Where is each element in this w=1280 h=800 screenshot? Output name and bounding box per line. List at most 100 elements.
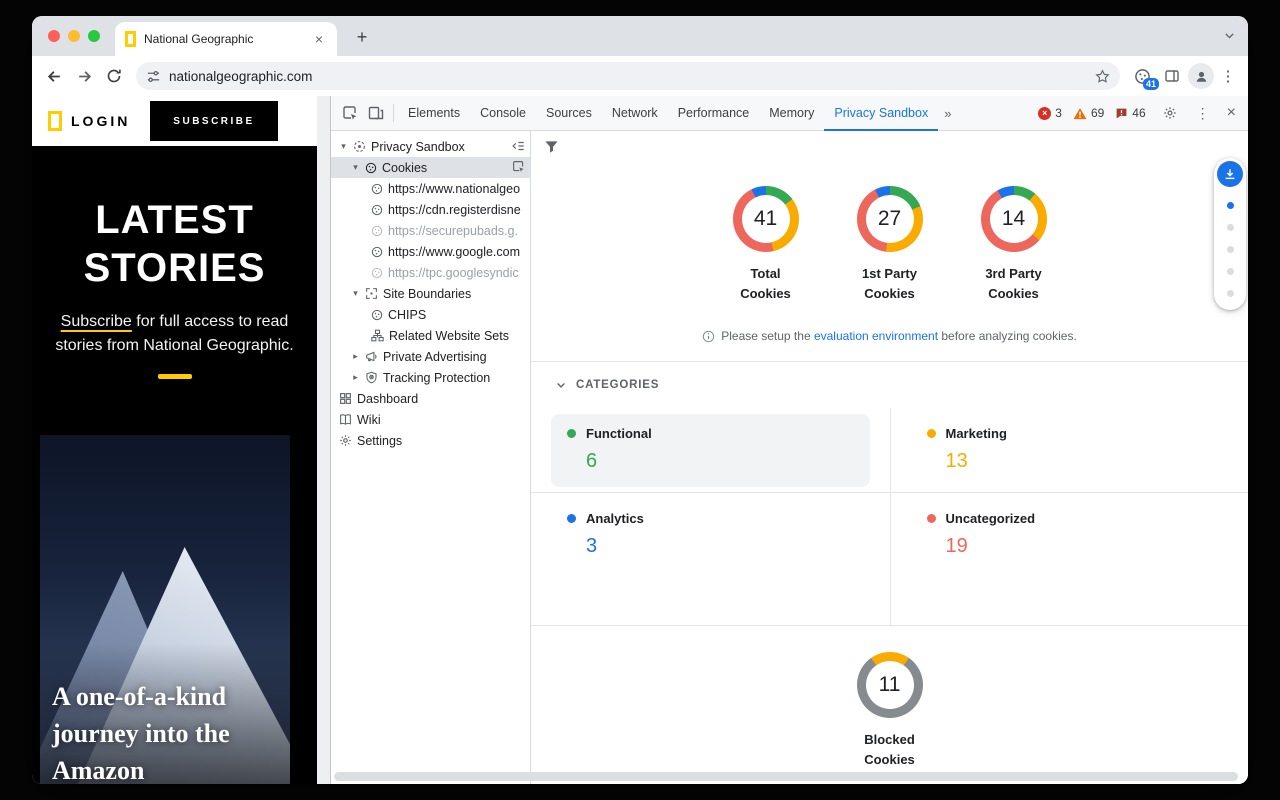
tree-item-dashboard[interactable]: Dashboard: [331, 388, 530, 409]
tree-item-cookie-url[interactable]: https://www.google.com: [331, 241, 530, 262]
category-value: 3: [586, 535, 854, 558]
devtools-body: ▾ Privacy Sandbox ▾: [331, 131, 1248, 784]
collapse-sidebar-icon[interactable]: [511, 139, 525, 156]
extensions-puzzle-icon[interactable]: [1158, 62, 1186, 90]
cookie-icon: [371, 225, 383, 237]
more-tabs-icon[interactable]: »: [938, 106, 957, 121]
dashboard-grid-icon: [339, 392, 352, 405]
url-text[interactable]: nationalgeographic.com: [169, 69, 1087, 84]
category-marketing[interactable]: Marketing 13: [911, 414, 1229, 487]
forward-icon[interactable]: [70, 62, 98, 90]
category-value: 13: [946, 450, 1213, 473]
tree-item-cookie-url[interactable]: https://cdn.registerdisne: [331, 199, 530, 220]
cookie-icon: [371, 183, 383, 195]
download-report-button[interactable]: [1217, 161, 1243, 187]
subscribe-text-link[interactable]: Subscribe: [61, 313, 132, 330]
browser-menu-icon[interactable]: ⋮: [1216, 67, 1240, 85]
expander-icon[interactable]: ▸: [351, 351, 360, 362]
browser-tab[interactable]: National Geographic ×: [115, 22, 337, 56]
expander-icon[interactable]: ▸: [351, 372, 360, 383]
tree-item-label: Cookies: [382, 161, 427, 175]
tree-item-cookies[interactable]: ▾ Cookies: [331, 157, 530, 178]
expander-icon[interactable]: ▾: [351, 288, 360, 299]
category-functional[interactable]: Functional 6: [551, 414, 870, 487]
new-tab-button[interactable]: +: [350, 25, 374, 49]
profile-avatar[interactable]: [1188, 63, 1214, 89]
tree-item-chips[interactable]: CHIPS: [331, 304, 530, 325]
categories-header[interactable]: CATEGORIES: [531, 362, 1248, 408]
tab-search-chevron-icon[interactable]: [1223, 29, 1236, 47]
devtools-close-icon[interactable]: ×: [1223, 104, 1240, 122]
headline-line2: STORIES: [32, 244, 317, 292]
tree-item-cookie-url[interactable]: https://tpc.googlesyndic: [331, 262, 530, 283]
login-link[interactable]: LOGIN: [71, 113, 130, 129]
natgeo-logo[interactable]: [48, 111, 62, 131]
tab-console[interactable]: Console: [470, 96, 536, 131]
bookmark-star-icon[interactable]: [1095, 69, 1110, 84]
category-uncategorized[interactable]: Uncategorized 19: [911, 499, 1229, 572]
story-card-title[interactable]: A one-of-a-kind journey into the Amazon: [52, 678, 230, 784]
filter-funnel-icon[interactable]: [544, 139, 559, 159]
evaluation-environment-link[interactable]: evaluation environment: [814, 329, 938, 343]
total-cookies-chart: 41 Total Cookies: [721, 186, 811, 304]
category-value: 19: [946, 535, 1213, 558]
tree-item-related-website-sets[interactable]: Related Website Sets: [331, 325, 530, 346]
note-text: Please setup the evaluation environment …: [721, 329, 1077, 343]
section-dot[interactable]: [1227, 202, 1234, 209]
inspect-target-icon[interactable]: [512, 160, 525, 176]
tab-memory[interactable]: Memory: [759, 96, 824, 131]
tree-item-private-advertising[interactable]: ▸ Private Advertising: [331, 346, 530, 367]
tree-item-label: Settings: [357, 434, 402, 448]
chevron-down-icon[interactable]: [555, 379, 567, 391]
section-dot[interactable]: [1227, 290, 1234, 297]
tree-item-privacy-sandbox[interactable]: ▾ Privacy Sandbox: [331, 136, 530, 157]
section-dot[interactable]: [1227, 224, 1234, 231]
close-window-button[interactable]: [48, 30, 60, 42]
info-icon: [702, 330, 715, 343]
device-toolbar-icon[interactable]: [363, 100, 389, 126]
tree-item-cookie-url[interactable]: https://securepubads.g.: [331, 220, 530, 241]
expander-icon[interactable]: ▾: [351, 162, 360, 173]
tab-close-icon[interactable]: ×: [311, 30, 327, 48]
page-headline: LATEST STORIES: [32, 196, 317, 292]
tree-item-label: https://securepubads.g.: [388, 224, 518, 238]
refresh-icon[interactable]: [100, 62, 128, 90]
section-dot[interactable]: [1227, 246, 1234, 253]
minimize-window-button[interactable]: [68, 30, 80, 42]
url-bar[interactable]: nationalgeographic.com: [136, 62, 1120, 90]
section-dot[interactable]: [1227, 268, 1234, 275]
page-scrollbar-track[interactable]: [317, 96, 330, 784]
devtools-settings-icon[interactable]: [1157, 100, 1183, 126]
tab-elements[interactable]: Elements: [398, 96, 470, 131]
tree-item-cookie-url[interactable]: https://www.nationalgeo: [331, 178, 530, 199]
warning-count[interactable]: 69: [1073, 106, 1104, 120]
subscribe-button[interactable]: SUBSCRIBE: [150, 101, 278, 141]
tab-privacy-sandbox[interactable]: Privacy Sandbox: [824, 96, 938, 131]
tree-item-label: CHIPS: [388, 308, 426, 322]
toolbar-divider: [393, 104, 394, 122]
cookie-extension-button[interactable]: 41: [1128, 62, 1156, 90]
story-card-photo[interactable]: A one-of-a-kind journey into the Amazon: [40, 435, 290, 784]
expander-icon[interactable]: ▾: [339, 141, 348, 152]
promo-text: Subscribe for full access to read storie…: [45, 310, 305, 358]
devtools-menu-icon[interactable]: ⋮: [1194, 105, 1212, 122]
tree-item-wiki[interactable]: Wiki: [331, 409, 530, 430]
inspect-element-icon[interactable]: [337, 100, 363, 126]
tab-sources[interactable]: Sources: [536, 96, 602, 131]
tree-item-tracking-protection[interactable]: ▸ Tracking Protection: [331, 367, 530, 388]
first-party-cookies-donut: 27: [857, 186, 923, 252]
maximize-window-button[interactable]: [88, 30, 100, 42]
error-count[interactable]: × 3: [1038, 106, 1062, 120]
tab-performance[interactable]: Performance: [668, 96, 760, 131]
issues-count[interactable]: 46: [1115, 106, 1145, 120]
tree-item-settings[interactable]: Settings: [331, 430, 530, 451]
horizontal-scrollbar-thumb[interactable]: [334, 772, 1238, 781]
gear-icon: [339, 434, 352, 447]
category-analytics[interactable]: Analytics 3: [551, 499, 870, 572]
tab-network[interactable]: Network: [602, 96, 668, 131]
natgeo-page: LOGIN SUBSCRIBE LATEST STORIES Subscribe…: [32, 96, 317, 784]
warning-count-value: 69: [1091, 106, 1104, 120]
site-settings-tune-icon[interactable]: [146, 69, 161, 84]
back-icon[interactable]: [40, 62, 68, 90]
tree-item-site-boundaries[interactable]: ▾ Site Boundaries: [331, 283, 530, 304]
